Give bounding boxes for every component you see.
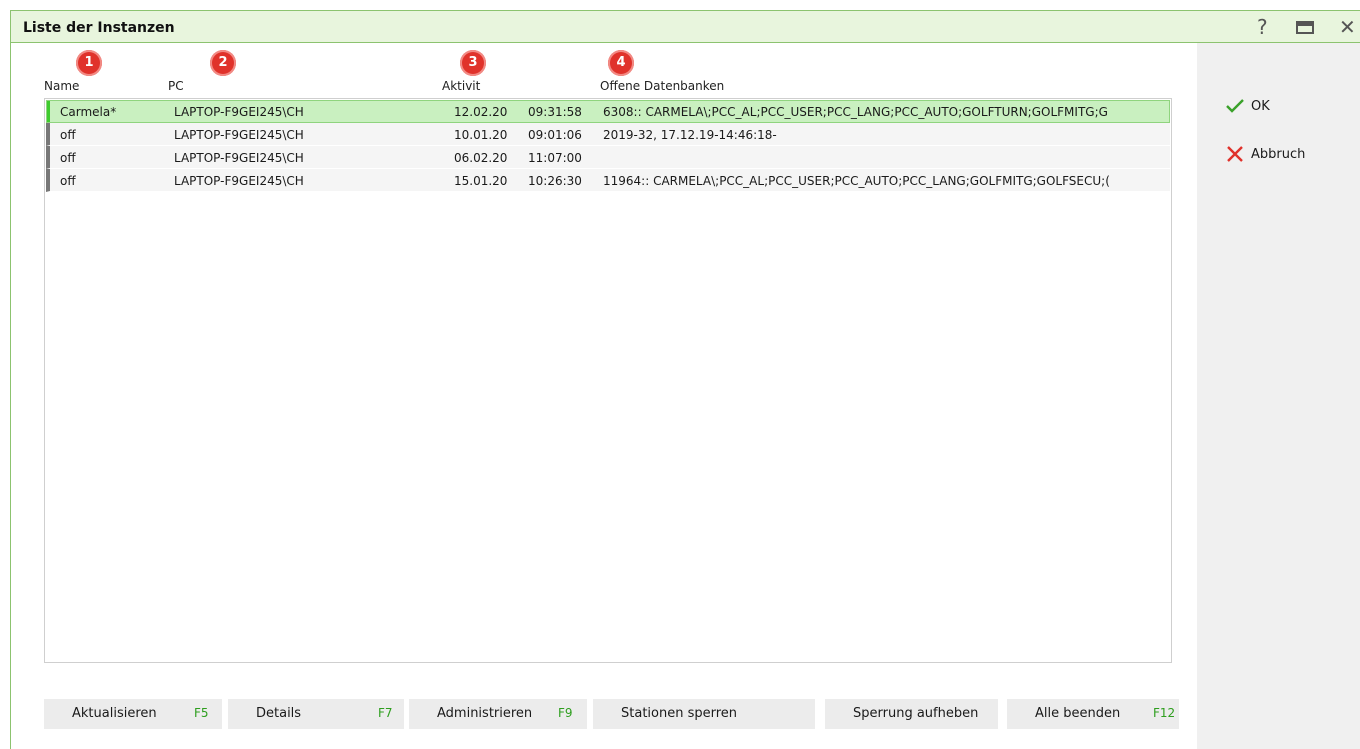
- cell-databases: 11964:: CARMELA\;PCC_AL;PCC_USER;PCC_AUT…: [603, 174, 1110, 188]
- maximize-icon[interactable]: [1296, 21, 1314, 34]
- details-button[interactable]: Details F7: [228, 699, 404, 729]
- cell-time: 10:26:30: [528, 174, 582, 188]
- refresh-button[interactable]: Aktualisieren F5: [44, 699, 222, 729]
- table-row[interactable]: off LAPTOP-F9GEI245\CH 10.01.20 09:01:06…: [46, 123, 1170, 146]
- ok-label: OK: [1251, 98, 1270, 114]
- annotation-badge-1: 1: [76, 50, 102, 76]
- close-icon[interactable]: ✕: [1339, 15, 1359, 39]
- annotation-badge-4: 4: [608, 50, 634, 76]
- cell-name: off: [60, 151, 76, 165]
- column-header-name[interactable]: Name: [44, 79, 79, 93]
- button-label: Alle beenden: [1035, 706, 1121, 721]
- checkmark-icon: [1225, 96, 1245, 116]
- cross-icon: [1225, 144, 1245, 164]
- cell-pc: LAPTOP-F9GEI245\CH: [174, 105, 304, 119]
- cell-name: off: [60, 128, 76, 142]
- cell-date: 06.02.20: [454, 151, 508, 165]
- cell-date: 15.01.20: [454, 174, 508, 188]
- hotkey-label: F12: [1153, 706, 1176, 720]
- column-header-offene-datenbanken[interactable]: Offene Datenbanken: [600, 79, 724, 93]
- cell-databases: 2019-32, 17.12.19-14:46:18-: [603, 128, 777, 142]
- button-label: Stationen sperren: [621, 706, 738, 721]
- unlock-button[interactable]: Sperrung aufheben: [825, 699, 998, 729]
- button-label: Aktualisieren: [72, 706, 157, 721]
- title-bar: Liste der Instanzen ? ✕: [11, 10, 1360, 43]
- cancel-label: Abbruch: [1251, 146, 1306, 162]
- column-header-aktivit[interactable]: Aktivit: [442, 79, 480, 93]
- table-row[interactable]: off LAPTOP-F9GEI245\CH 15.01.20 10:26:30…: [46, 169, 1170, 192]
- hotkey-label: F9: [558, 706, 573, 720]
- dialog-title: Liste der Instanzen: [23, 20, 175, 36]
- cell-time: 09:01:06: [528, 128, 582, 142]
- cell-date: 10.01.20: [454, 128, 508, 142]
- column-header-pc[interactable]: PC: [168, 79, 184, 93]
- help-icon[interactable]: ?: [1257, 15, 1275, 39]
- annotation-badge-2: 2: [210, 50, 236, 76]
- annotation-badge-3: 3: [460, 50, 486, 76]
- cell-name: off: [60, 174, 76, 188]
- table-row[interactable]: Carmela* LAPTOP-F9GEI245\CH 12.02.20 09:…: [46, 100, 1170, 123]
- instances-list[interactable]: Carmela* LAPTOP-F9GEI245\CH 12.02.20 09:…: [44, 98, 1172, 663]
- cell-time: 11:07:00: [528, 151, 582, 165]
- cell-date: 12.02.20: [454, 105, 508, 119]
- ok-button[interactable]: OK: [1225, 96, 1270, 116]
- end-all-button[interactable]: Alle beenden F12: [1007, 699, 1179, 729]
- lock-stations-button[interactable]: Stationen sperren: [593, 699, 815, 729]
- cell-pc: LAPTOP-F9GEI245\CH: [174, 128, 304, 142]
- action-panel: OK Abbruch: [1197, 43, 1360, 749]
- cell-databases: 6308:: CARMELA\;PCC_AL;PCC_USER;PCC_LANG…: [603, 105, 1108, 119]
- button-label: Details: [256, 706, 302, 721]
- instances-dialog: Liste der Instanzen ? ✕ Name PC Aktivit …: [10, 10, 1360, 749]
- button-label: Sperrung aufheben: [853, 706, 979, 721]
- cell-pc: LAPTOP-F9GEI245\CH: [174, 174, 304, 188]
- cell-pc: LAPTOP-F9GEI245\CH: [174, 151, 304, 165]
- table-row[interactable]: off LAPTOP-F9GEI245\CH 06.02.20 11:07:00: [46, 146, 1170, 169]
- cell-name: Carmela*: [60, 105, 117, 119]
- hotkey-label: F7: [378, 706, 393, 720]
- button-label: Administrieren: [437, 706, 533, 721]
- cancel-button[interactable]: Abbruch: [1225, 144, 1305, 164]
- administer-button[interactable]: Administrieren F9: [409, 699, 587, 729]
- cell-time: 09:31:58: [528, 105, 582, 119]
- hotkey-label: F5: [194, 706, 209, 720]
